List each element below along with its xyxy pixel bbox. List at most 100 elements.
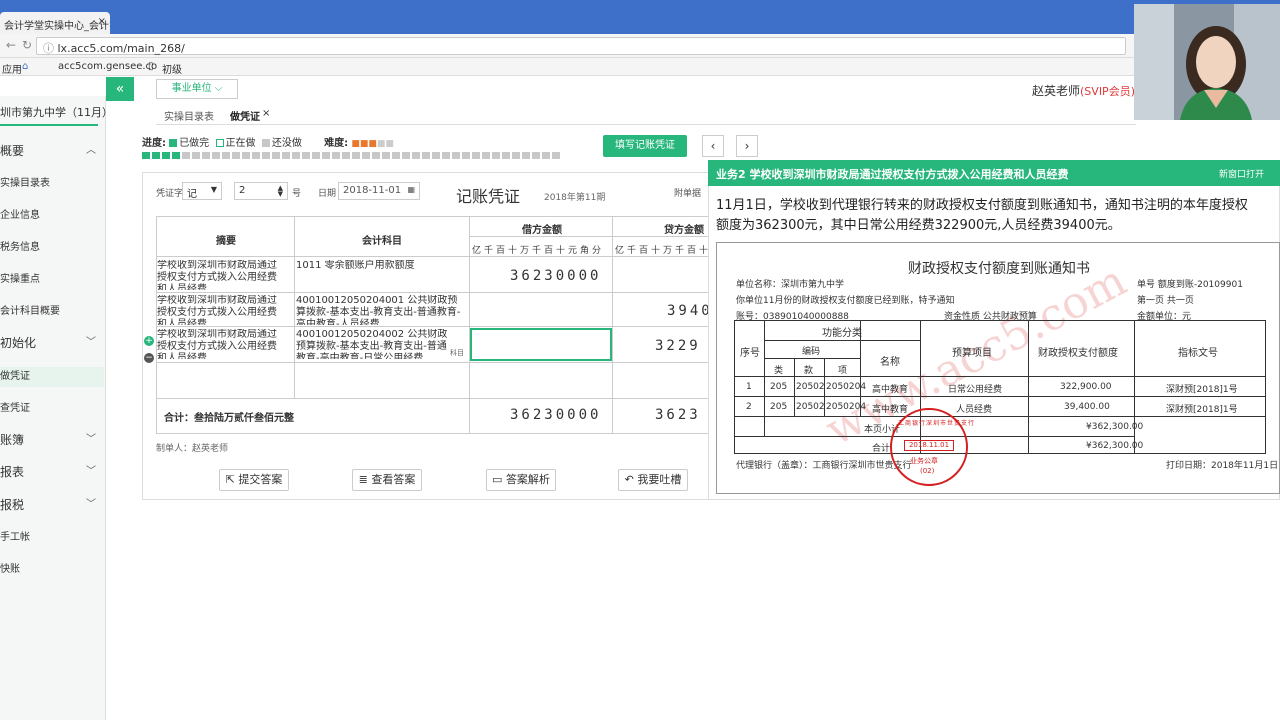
answer-analysis-button[interactable]: ▭ 答案解析	[486, 469, 556, 491]
teacher-name[interactable]: 赵英老师	[1032, 84, 1080, 98]
sidebar-item-5[interactable]: 会计科目概要	[0, 302, 104, 317]
progress-cell[interactable]	[262, 152, 270, 159]
date-input[interactable]: 2018-11-01 ▦	[338, 182, 420, 200]
progress-cell[interactable]	[522, 152, 530, 159]
complain-button[interactable]: ↶ 我要吐槽	[618, 469, 688, 491]
progress-cell[interactable]	[332, 152, 340, 159]
sidebar-item-11[interactable]: 报税 ﹀	[0, 496, 104, 513]
progress-cell[interactable]	[382, 152, 390, 159]
progress-cell[interactable]	[412, 152, 420, 159]
progress-cell[interactable]	[252, 152, 260, 159]
progress-cell[interactable]	[502, 152, 510, 159]
remove-row-icon[interactable]: −	[144, 353, 154, 363]
sidebar-item-3[interactable]: 税务信息	[0, 238, 104, 253]
progress-cell[interactable]	[512, 152, 520, 159]
voucher-word-select[interactable]: 记 ▼	[182, 182, 222, 200]
unit-type-dropdown[interactable]: 事业单位 ⌵	[156, 79, 238, 99]
row3-account[interactable]: 40010012050204002 公共财政预算拨款-基本支出-教育支出-普通教…	[296, 329, 456, 359]
row1-summary[interactable]: 学校收到深圳市财政局通过授权支付方式拨入公用经费和人员经费	[157, 260, 285, 290]
sidebar-item-10[interactable]: 报表 ﹀	[0, 463, 104, 480]
add-row-icon[interactable]: +	[144, 336, 154, 346]
progress-cell[interactable]	[202, 152, 210, 159]
sidebar-toggle-button[interactable]: «	[106, 77, 134, 101]
sidebar-item-4[interactable]: 实操重点	[0, 270, 104, 285]
submit-answer-button[interactable]: ⇱ 提交答案	[219, 469, 289, 491]
progress-cell[interactable]	[552, 152, 560, 159]
sidebar-item-label: 实操目录表	[0, 178, 50, 189]
progress-cell[interactable]	[162, 152, 170, 159]
calendar-icon[interactable]: ▦	[407, 185, 415, 194]
sidebar-item-12[interactable]: 手工帐	[0, 528, 104, 543]
progress-cell[interactable]	[232, 152, 240, 159]
sidebar-item-8[interactable]: 查凭证	[0, 399, 104, 414]
url-field[interactable]: ⓘ lx.acc5.com/main_268/	[36, 37, 1126, 55]
progress-cell[interactable]	[492, 152, 500, 159]
progress-cell[interactable]	[422, 152, 430, 159]
progress-cell[interactable]	[282, 152, 290, 159]
progress-cell[interactable]	[242, 152, 250, 159]
row1-debit[interactable]: 36230000	[510, 268, 601, 284]
account-picker-mark[interactable]: 科目	[450, 348, 464, 358]
progress-cell[interactable]	[462, 152, 470, 159]
sidebar-item-9[interactable]: 账簿 ﹀	[0, 431, 104, 448]
progress-cell[interactable]	[342, 152, 350, 159]
row2-credit[interactable]: 3940	[667, 303, 713, 319]
progress-cell[interactable]	[172, 152, 180, 159]
progress-cell[interactable]	[352, 152, 360, 159]
row1-account[interactable]: 1011 零余额账户用款额度	[296, 260, 464, 290]
progress-cell[interactable]	[292, 152, 300, 159]
fill-voucher-button[interactable]: 填写记账凭证	[603, 135, 687, 157]
row3-debit-input[interactable]	[470, 328, 612, 361]
webcam-video	[1134, 4, 1280, 120]
sidebar-item-6[interactable]: 初始化 ﹀	[0, 334, 104, 351]
progress-cell[interactable]	[482, 152, 490, 159]
progress-cell[interactable]	[212, 152, 220, 159]
row2-summary[interactable]: 学校收到深圳市财政局通过授权支付方式拨入公用经费和人员经费	[157, 295, 285, 325]
progress-cell[interactable]	[542, 152, 550, 159]
progress-cell[interactable]	[362, 152, 370, 159]
progress-cell[interactable]	[152, 152, 160, 159]
sidebar-item-13[interactable]: 快账	[0, 560, 104, 575]
voucher-number-input[interactable]: 2 ▲ ▼	[234, 182, 288, 200]
progress-cell[interactable]	[432, 152, 440, 159]
progress-cell[interactable]	[192, 152, 200, 159]
progress-cell[interactable]	[372, 152, 380, 159]
close-icon[interactable]: ×	[98, 16, 106, 27]
stepper-icon[interactable]: ▲ ▼	[278, 185, 283, 198]
sidebar-item-0[interactable]: 概要 ︿	[0, 142, 104, 159]
sidebar-item-1[interactable]: 实操目录表	[0, 174, 104, 189]
bookmark-gensee[interactable]: acc5com.gensee.co	[58, 61, 157, 72]
page-tabs: 实操目录表 做凭证 ×	[156, 105, 1136, 125]
progress-cell[interactable]	[142, 152, 150, 159]
progress-cell[interactable]	[182, 152, 190, 159]
progress-cell[interactable]	[392, 152, 400, 159]
row3-summary[interactable]: 学校收到深圳市财政局通过授权支付方式拨入公用经费和人员经费	[157, 329, 285, 359]
sidebar-item-7[interactable]: 做凭证	[0, 367, 104, 387]
next-button[interactable]: ›	[736, 135, 758, 157]
progress-cell[interactable]	[442, 152, 450, 159]
tab-catalog[interactable]: 实操目录表	[164, 108, 214, 123]
progress-cell[interactable]	[472, 152, 480, 159]
tab-make-voucher[interactable]: 做凭证	[230, 108, 260, 123]
view-answer-button[interactable]: ≣ 查看答案	[352, 469, 422, 491]
prev-button[interactable]: ‹	[702, 135, 724, 157]
progress-cell[interactable]	[302, 152, 310, 159]
row2-account[interactable]: 40010012050204001 公共财政预算拨款-基本支出-教育支出-普通教…	[296, 295, 464, 325]
progress-cell[interactable]	[272, 152, 280, 159]
progress-cell[interactable]	[532, 152, 540, 159]
row3-credit[interactable]: 3229	[655, 338, 701, 354]
progress-cell[interactable]	[312, 152, 320, 159]
back-icon[interactable]: ←	[6, 38, 16, 52]
sidebar-item-2[interactable]: 企业信息	[0, 206, 104, 221]
progress-cell[interactable]	[222, 152, 230, 159]
progress-cell[interactable]	[452, 152, 460, 159]
home-icon[interactable]: ⌂	[22, 61, 28, 72]
progress-cell[interactable]	[322, 152, 330, 159]
browser-tab[interactable]: 会计学堂实操中心_会计实 ×	[0, 12, 110, 34]
bookmark-chuji[interactable]: 初级	[162, 61, 182, 76]
refresh-icon[interactable]: ↻	[22, 38, 32, 52]
bookmark-apps[interactable]: 应用	[2, 61, 22, 76]
close-icon[interactable]: ×	[262, 108, 270, 119]
progress-cell[interactable]	[402, 152, 410, 159]
open-new-window-link[interactable]: 新窗口打开	[1219, 167, 1264, 180]
